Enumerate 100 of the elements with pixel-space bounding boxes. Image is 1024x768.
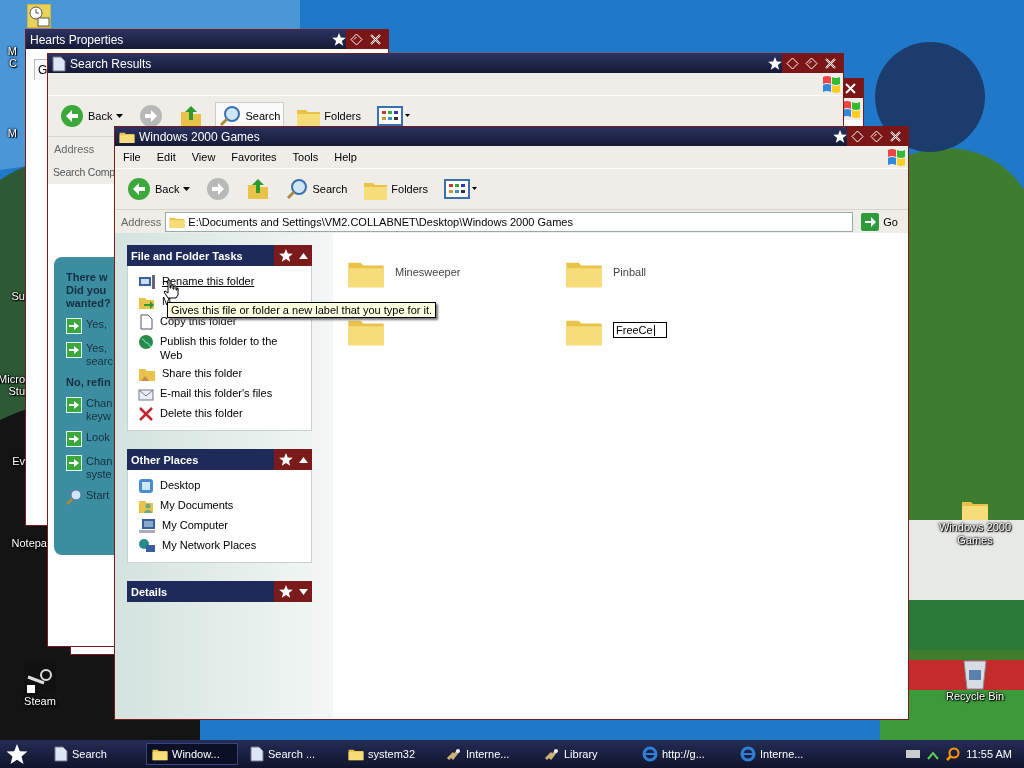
- rename-icon: [138, 274, 156, 290]
- folder-up-icon[interactable]: [179, 104, 204, 128]
- menu-item[interactable]: File: [115, 151, 149, 163]
- taskbar-button[interactable]: http://g...: [636, 743, 728, 765]
- window-title: Search Results: [70, 56, 152, 71]
- dropdown-arrow-icon[interactable]: [116, 114, 124, 118]
- documents-folder-icon: [138, 498, 154, 514]
- panel-header[interactable]: File and Folder Tasks: [127, 245, 312, 266]
- toolbar-button[interactable]: Back: [56, 101, 128, 131]
- rename-field[interactable]: FreeCe: [613, 321, 667, 339]
- taskbar-button[interactable]: Library: [538, 743, 630, 765]
- start-button[interactable]: [6, 743, 28, 765]
- dropdown-arrow-icon[interactable]: [183, 187, 191, 191]
- toolbar-button[interactable]: Back: [123, 174, 195, 204]
- browser-icon: [740, 746, 756, 762]
- delete-icon: [138, 406, 154, 422]
- panel-header[interactable]: Other Places: [127, 449, 312, 470]
- task-link[interactable]: My Computer: [162, 518, 292, 532]
- taskbar-button[interactable]: Interne...: [440, 743, 532, 765]
- star-icon: [278, 585, 293, 598]
- taskbar-button[interactable]: Search: [48, 743, 140, 765]
- task-link[interactable]: My Documents: [160, 498, 290, 512]
- assistant-option[interactable]: Look: [86, 431, 110, 444]
- folder-icon: [348, 747, 364, 761]
- icon-label: C: [9, 57, 17, 69]
- address-label: Address: [121, 215, 162, 228]
- maximize-button[interactable]: [350, 33, 363, 46]
- collapse-chevron-icon[interactable]: [298, 456, 308, 463]
- icon-label: Su: [11, 290, 25, 302]
- tools-icon: [446, 747, 462, 761]
- views-icon[interactable]: [377, 106, 411, 126]
- close-button[interactable]: [889, 130, 902, 143]
- browser-icon: [642, 746, 658, 762]
- go-button[interactable]: Go: [857, 212, 902, 231]
- task-link[interactable]: Share this folder: [162, 366, 292, 380]
- close-button[interactable]: [824, 57, 837, 70]
- folder-label[interactable]: Minesweeper: [395, 265, 461, 279]
- taskbar-button[interactable]: Search ...: [244, 743, 336, 765]
- toolbar-button[interactable]: Folders: [359, 175, 432, 203]
- views-icon[interactable]: [444, 179, 478, 199]
- window-title: Hearts Properties: [30, 32, 124, 47]
- icon-label: Notepa: [11, 537, 47, 549]
- icon-label: M: [7, 127, 17, 139]
- assistant-option[interactable]: Chan keyw: [86, 397, 113, 423]
- document-icon: [52, 55, 66, 72]
- icon-label[interactable]: Steam: [24, 695, 56, 708]
- search-icon: [286, 178, 309, 200]
- icon-label: Ev: [12, 455, 25, 467]
- task-link[interactable]: Rename this folder: [162, 274, 292, 288]
- task-link[interactable]: Delete this folder: [160, 406, 290, 420]
- tab[interactable]: G: [34, 59, 48, 80]
- menu-item[interactable]: View: [183, 151, 224, 163]
- icon-label: M: [7, 45, 17, 57]
- assistant-text: No, refin: [66, 376, 111, 389]
- task-link[interactable]: Publish this folder to the Web: [160, 334, 290, 362]
- search-icon[interactable]: [946, 747, 961, 761]
- menu-item[interactable]: Tools: [284, 151, 327, 163]
- windows-logo-icon: [821, 74, 843, 94]
- minimize-button[interactable]: [851, 130, 864, 143]
- recycle-bin-icon[interactable]: [962, 658, 988, 690]
- folder-icon: [152, 747, 168, 761]
- icon-label[interactable]: Windows 2000 Games: [938, 521, 1012, 547]
- shared-folder-icon: [138, 366, 156, 382]
- assistant-option[interactable]: Yes,: [86, 318, 107, 331]
- menu-item[interactable]: Edit: [148, 151, 184, 163]
- folder-label[interactable]: Pinball: [613, 265, 647, 279]
- search-icon: [66, 489, 82, 505]
- star-icon: [768, 57, 782, 70]
- expand-chevron-icon[interactable]: [298, 588, 308, 595]
- taskbar-button[interactable]: system32: [342, 743, 434, 765]
- panel-header[interactable]: Details: [127, 581, 312, 602]
- address-field[interactable]: E:\Documents and Settings\VM2.COLLABNET\Desktop\Windows 2000 Games: [165, 211, 854, 232]
- windows-logo-icon: [886, 147, 908, 167]
- taskbar-button[interactable]: Interne...: [734, 743, 826, 765]
- clock-icon[interactable]: [27, 4, 51, 28]
- menu-item[interactable]: Favorites: [223, 151, 285, 163]
- toolbar-button[interactable]: Search: [282, 175, 352, 203]
- close-button[interactable]: [369, 33, 382, 46]
- tools-icon: [544, 747, 560, 761]
- maximize-button[interactable]: [805, 57, 818, 70]
- star-icon: [278, 249, 293, 262]
- menu-item[interactable]: Help: [326, 151, 365, 163]
- assistant-option[interactable]: Chan syste: [86, 455, 113, 481]
- minimize-button[interactable]: [786, 57, 799, 70]
- document-icon: [250, 746, 264, 762]
- address-label: Address: [54, 142, 95, 155]
- star-icon: [332, 33, 346, 46]
- taskbar-button[interactable]: Window...: [146, 743, 238, 765]
- task-link[interactable]: My Network Places: [162, 538, 292, 552]
- collapse-chevron-icon[interactable]: [298, 252, 308, 259]
- assistant-option[interactable]: Yes, searc: [86, 342, 113, 368]
- maximize-button[interactable]: [870, 130, 883, 143]
- assistant-option[interactable]: Start: [86, 489, 110, 502]
- windows-logo-icon: [841, 99, 863, 119]
- assistant-text: There w Did you wanted?: [66, 271, 111, 310]
- task-link[interactable]: E-mail this folder's files: [160, 386, 290, 400]
- icon-label: Stu: [8, 385, 25, 397]
- task-link[interactable]: Desktop: [160, 478, 290, 492]
- star-icon: [833, 130, 847, 143]
- desktop-icon: [138, 478, 154, 494]
